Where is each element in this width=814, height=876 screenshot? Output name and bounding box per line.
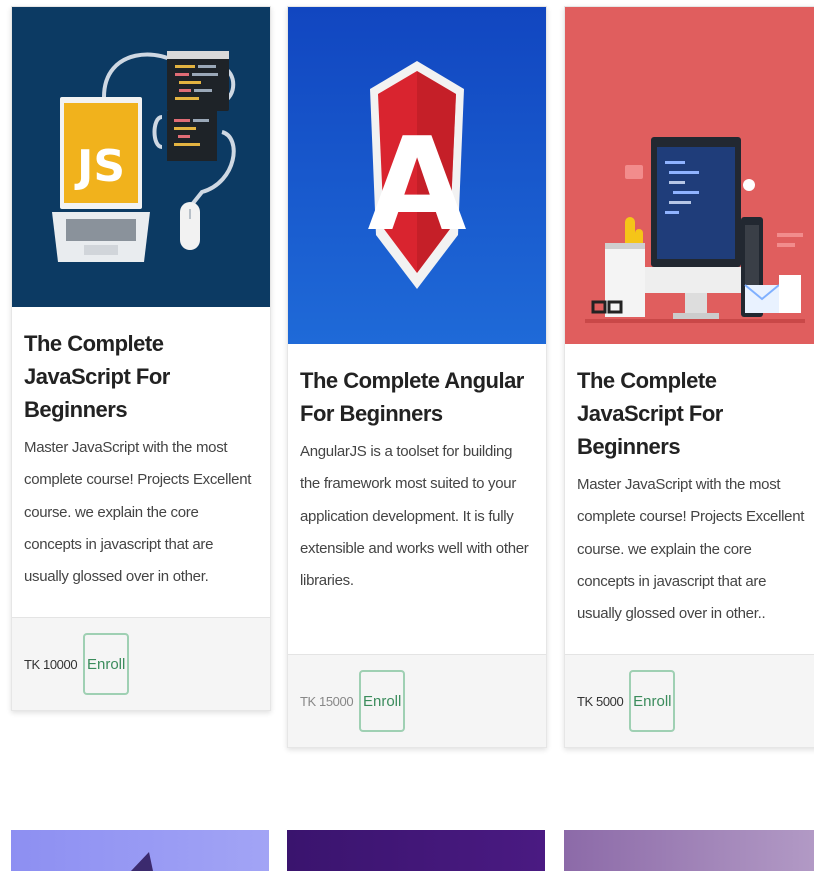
enroll-button[interactable]: Enroll	[83, 633, 130, 695]
course-description: Master JavaScript with the most complete…	[577, 476, 805, 622]
course-price: TK 5000	[577, 693, 624, 709]
course-title[interactable]: The Complete JavaScript For Beginners	[24, 327, 258, 426]
enroll-button[interactable]: Enroll	[629, 670, 676, 732]
course-title[interactable]: The Complete Angular For Beginners	[300, 364, 534, 430]
course-description: Master JavaScript with the most complete…	[24, 439, 252, 585]
angular-shield-logo: A	[367, 61, 467, 289]
course-description: AngularJS is a toolset for building the …	[300, 443, 529, 589]
course-card-footer: TK 15000 Enroll	[288, 654, 546, 747]
course-card-body: The Complete JavaScript For Beginners Ma…	[565, 344, 814, 642]
course-thumbnail-javascript[interactable]: JS	[12, 7, 270, 307]
course-title[interactable]: The Complete JavaScript For Beginners	[577, 364, 811, 463]
course-thumbnail-desk[interactable]	[565, 7, 814, 344]
enroll-button[interactable]: Enroll	[359, 670, 406, 732]
course-card: A The Complete Angular For Beginners Ang…	[287, 6, 547, 748]
angular-logo-letter: A	[367, 111, 466, 260]
course-price: TK 10000	[24, 656, 78, 672]
desk-setup-illustration	[585, 137, 805, 323]
course-thumbnail-next[interactable]	[564, 830, 814, 871]
course-thumbnail-angular[interactable]: A	[288, 7, 546, 344]
course-thumbnail-next[interactable]	[11, 830, 269, 871]
course-card: JS The Complete JavaScript For Beginners…	[11, 6, 271, 711]
purple-shape-illustration	[131, 852, 153, 871]
course-card-footer: TK 5000 Enroll	[565, 654, 814, 747]
course-price: TK 15000	[300, 693, 354, 709]
course-card-footer: TK 10000 Enroll	[12, 617, 270, 710]
course-thumbnail-next[interactable]	[287, 830, 545, 871]
js-logo-text: JS	[74, 141, 125, 192]
course-card-body: The Complete Angular For Beginners Angul…	[288, 344, 546, 609]
course-card: The Complete JavaScript For Beginners Ma…	[564, 6, 814, 748]
course-card-body: The Complete JavaScript For Beginners Ma…	[12, 307, 270, 605]
laptop-code-illustration: JS	[52, 51, 236, 262]
